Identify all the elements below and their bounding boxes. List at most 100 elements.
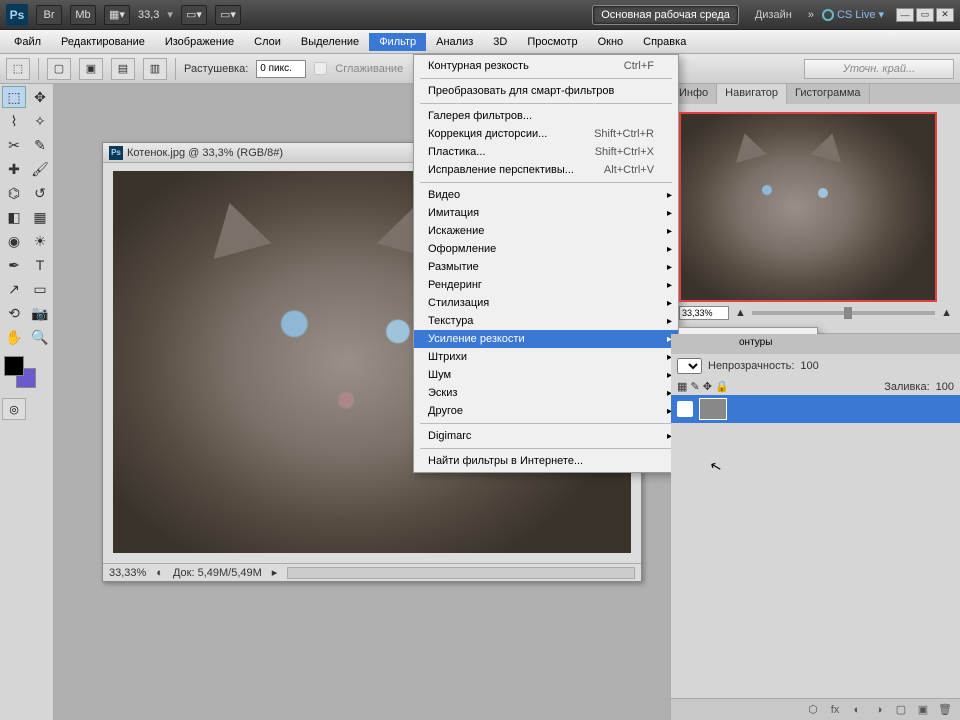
bridge-button[interactable]: Br [36,5,62,25]
restore-button[interactable]: ▭ [916,8,934,22]
menu-выделение[interactable]: Выделение [291,33,369,51]
filter-item[interactable]: Преобразовать для смарт-фильтров [414,82,678,100]
eyedropper-tool[interactable]: ✎ [28,134,52,156]
workspace-more-icon[interactable]: » [808,9,814,21]
filter-item[interactable]: Коррекция дисторсии...Shift+Ctrl+R [414,125,678,143]
trash-icon[interactable]: 🗑 [936,702,954,718]
arrange-dropdown[interactable]: ▭▾ [181,5,207,25]
marquee-tool-icon[interactable]: ⬚ [6,58,30,80]
filter-item[interactable]: Текстура [414,312,678,330]
minimize-button[interactable]: — [896,8,914,22]
filter-item[interactable]: Размытие [414,258,678,276]
close-button[interactable]: ✕ [936,8,954,22]
filter-item[interactable]: Штрихи [414,348,678,366]
menu-просмотр[interactable]: Просмотр [517,33,587,51]
workspace-design[interactable]: Дизайн [747,6,800,24]
history-brush-tool[interactable]: ↺ [28,182,52,204]
menu-изображение[interactable]: Изображение [155,33,244,51]
fx-icon[interactable]: fx [826,702,844,718]
filter-item[interactable]: Стилизация [414,294,678,312]
blur-tool[interactable]: ◉ [2,230,26,252]
navigator-zoom-slider[interactable] [752,311,935,315]
camera-tool[interactable]: 📷 [28,302,52,324]
panel-tab-гистограмма[interactable]: Гистограмма [787,84,870,104]
filter-item[interactable]: Усиление резкости [414,330,678,348]
shape-tool[interactable]: ▭ [28,278,52,300]
marquee-tool[interactable]: ⬚ [2,86,26,108]
blend-mode-select[interactable] [677,358,702,374]
menu-файл[interactable]: Файл [4,33,51,51]
link-icon[interactable]: ⬡ [804,702,822,718]
new-layer-icon[interactable]: ▣ [914,702,932,718]
screen-mode-dropdown[interactable]: ▭▾ [215,5,241,25]
menu-редактирование[interactable]: Редактирование [51,33,155,51]
eraser-tool[interactable]: ◧ [2,206,26,228]
lock-icons[interactable]: ▦ ✎ ✥ 🔒 [677,380,729,393]
gradient-tool[interactable]: ▦ [28,206,52,228]
dodge-tool[interactable]: ☀ [28,230,52,252]
menu-анализ[interactable]: Анализ [426,33,483,51]
hand-tool[interactable]: ✋ [2,326,26,348]
mask-icon[interactable]: ◐ [848,702,866,718]
menu-справка[interactable]: Справка [633,33,696,51]
doc-arrow-icon[interactable]: ▸ [272,566,278,579]
filter-item[interactable]: Шум [414,366,678,384]
zoom-level[interactable]: 33,3 [138,9,159,21]
panel-tab-навигатор[interactable]: Навигатор [717,84,787,104]
fill-value[interactable]: 100 [936,381,954,393]
horizontal-scrollbar[interactable] [287,567,635,579]
brush-tool[interactable]: 🖌 [28,158,52,180]
stamp-tool[interactable]: ⌬ [2,182,26,204]
3d-tool[interactable]: ⟲ [2,302,26,324]
filter-item[interactable]: Имитация [414,204,678,222]
heal-tool[interactable]: ✚ [2,158,26,180]
opacity-value[interactable]: 100 [800,360,818,372]
adjustment-icon[interactable]: ◑ [870,702,888,718]
filter-item[interactable]: Видео [414,186,678,204]
foreground-color[interactable] [4,356,24,376]
layer-thumbnail[interactable] [699,398,727,420]
crop-tool[interactable]: ✂ [2,134,26,156]
filter-item[interactable]: Оформление [414,240,678,258]
layer-visibility-icon[interactable] [677,401,693,417]
zoom-out-icon[interactable]: ▲ [735,307,746,319]
workspace-essentials[interactable]: Основная рабочая среда [592,5,739,25]
filter-item[interactable]: Эскиз [414,384,678,402]
wand-tool[interactable]: ✧ [28,110,52,132]
selection-intersect-icon[interactable]: ▥ [143,58,167,80]
type-tool[interactable]: T [28,254,52,276]
quick-mask-button[interactable]: ◎ [2,398,26,420]
filter-item[interactable]: Другое [414,402,678,420]
filter-item[interactable]: Галерея фильтров... [414,107,678,125]
menu-окно[interactable]: Окно [588,33,634,51]
selection-add-icon[interactable]: ▣ [79,58,103,80]
pen-tool[interactable]: ✒ [2,254,26,276]
paths-tab-partial[interactable]: онтуры [731,334,780,354]
filter-item[interactable]: Найти фильтры в Интернете... [414,452,678,470]
refine-edge-button[interactable]: Уточн. край... [804,59,954,79]
filter-item[interactable]: Контурная резкостьCtrl+F [414,57,678,75]
filter-item[interactable]: Digimarc [414,427,678,445]
zoom-tool[interactable]: 🔍 [28,326,52,348]
navigator-zoom-input[interactable] [679,306,729,320]
lasso-tool[interactable]: ⌇ [2,110,26,132]
layer-row[interactable] [671,395,960,423]
menu-3d[interactable]: 3D [483,33,517,51]
navigator-thumbnail[interactable] [679,112,937,302]
launch-dropdown[interactable]: ▦▾ [104,5,130,25]
filter-item[interactable]: Пластика...Shift+Ctrl+X [414,143,678,161]
filter-item[interactable]: Рендеринг [414,276,678,294]
path-tool[interactable]: ↗ [2,278,26,300]
selection-new-icon[interactable]: ▢ [47,58,71,80]
menu-слои[interactable]: Слои [244,33,291,51]
zoom-in-icon[interactable]: ▲ [941,307,952,319]
selection-subtract-icon[interactable]: ▤ [111,58,135,80]
doc-status-icon[interactable]: ◐ [156,567,163,579]
menu-фильтр[interactable]: Фильтр [369,33,426,51]
color-swatches[interactable] [2,354,42,394]
feather-input[interactable] [256,60,306,78]
cs-live-button[interactable]: CS Live▾ [822,8,884,21]
doc-zoom[interactable]: 33,33% [109,567,146,579]
filter-item[interactable]: Искажение [414,222,678,240]
filter-item[interactable]: Исправление перспективы...Alt+Ctrl+V [414,161,678,179]
